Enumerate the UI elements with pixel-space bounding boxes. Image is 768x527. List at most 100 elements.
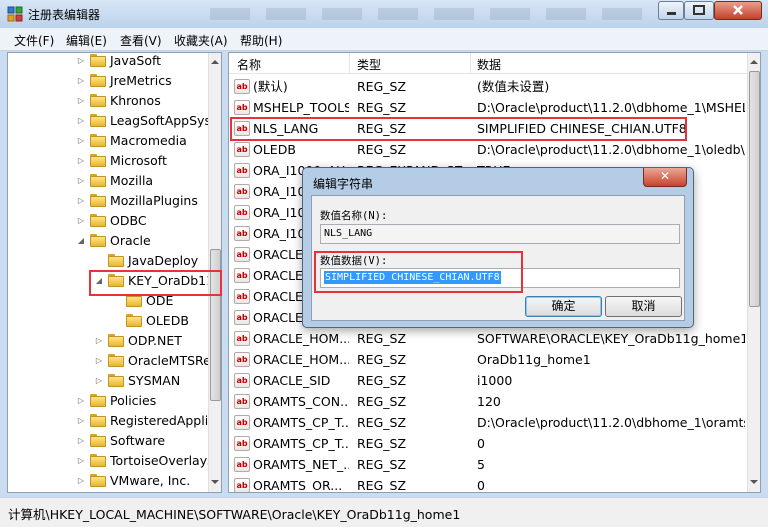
tree-item[interactable]: ▷ ODBC [8, 211, 208, 231]
value-name: ORACLE_HOM... [253, 352, 349, 367]
value-name: ORAMTS_CP_T... [253, 436, 349, 451]
column-divider[interactable] [349, 53, 350, 73]
cancel-button[interactable]: 取消 [605, 296, 682, 317]
tree-item[interactable]: ▷ TortoiseOverlays [8, 451, 214, 471]
tree-item[interactable]: ▷ Mozilla [8, 171, 208, 191]
folder-icon [90, 94, 106, 107]
expand-arrow-icon[interactable]: ▷ [76, 71, 86, 91]
string-value-icon: ab [234, 142, 250, 157]
scroll-down-icon[interactable] [748, 475, 760, 489]
expand-arrow-icon[interactable]: ▷ [76, 211, 86, 231]
tree-item[interactable]: ▷ Software [8, 431, 208, 451]
expand-arrow-icon[interactable]: ▷ [76, 131, 86, 151]
tree-item[interactable]: ▷ Microsoft [8, 151, 208, 171]
tree-item[interactable]: ◢ Oracle [8, 231, 208, 251]
folder-icon [90, 54, 106, 67]
folder-icon [90, 234, 106, 247]
close-icon: ✕ [659, 169, 671, 183]
menu-edit[interactable]: 编辑(E) [66, 32, 107, 49]
column-header-name[interactable]: 名称 [237, 56, 261, 73]
value-row[interactable]: ab ORACLE_HOM... REG_SZ OraDb11g_home1 [229, 349, 748, 370]
tree-item[interactable]: ▷ JavaSoft [8, 53, 208, 71]
tree-item[interactable]: JavaDeploy [8, 251, 208, 271]
value-row[interactable]: ab ORACLE_SID REG_SZ i1000 [229, 370, 748, 391]
tree-item[interactable]: ▷ ODP.NET [8, 331, 208, 351]
maximize-button[interactable] [684, 1, 714, 20]
expand-arrow-icon[interactable]: ▷ [76, 391, 86, 411]
expand-arrow-icon[interactable]: ▷ [76, 471, 86, 491]
menu-favorites[interactable]: 收藏夹(A) [174, 32, 228, 49]
value-row[interactable]: ab OLEDB REG_SZ D:\Oracle\product\11.2.0\db… [229, 139, 748, 160]
tree-item[interactable]: OLEDB [8, 311, 208, 331]
close-button[interactable] [714, 1, 762, 20]
list-vertical-scrollbar[interactable] [747, 53, 760, 492]
expand-arrow-icon[interactable]: ▷ [94, 331, 104, 351]
value-row[interactable]: ab ORAMTS_CON... REG_SZ 120 [229, 391, 748, 412]
expand-arrow-icon[interactable]: ◢ [76, 231, 86, 251]
dialog-close-button[interactable]: ✕ [643, 168, 687, 187]
list-scroll-thumb[interactable] [749, 71, 760, 307]
value-row[interactable]: ab ORAMTS_CP_T... REG_SZ D:\Oracle\product\… [229, 412, 748, 433]
column-header-type[interactable]: 类型 [357, 56, 381, 73]
menu-help[interactable]: 帮助(H) [240, 32, 282, 49]
expand-arrow-icon[interactable]: ▷ [94, 351, 104, 371]
dialog-title: 编辑字符串 [313, 177, 374, 191]
tree-item-label: MozillaPlugins [110, 193, 198, 208]
tree-item[interactable]: ▷ MozillaPlugins [8, 191, 208, 211]
expand-arrow-icon[interactable]: ▷ [76, 451, 86, 471]
window-title: 注册表编辑器 [28, 8, 101, 22]
value-row[interactable]: ab ORAMTS_NET_... REG_SZ 5 [229, 454, 748, 475]
scroll-up-icon[interactable] [209, 55, 221, 69]
column-divider[interactable] [470, 53, 471, 73]
expand-arrow-icon[interactable]: ▷ [76, 91, 86, 111]
menu-file[interactable]: 文件(F) [14, 32, 54, 49]
expand-arrow-icon[interactable]: ▷ [76, 151, 86, 171]
ok-button[interactable]: 确定 [525, 296, 602, 317]
tree-item[interactable]: ▷ SYSMAN [8, 371, 208, 391]
value-name-text: NLS_LANG [324, 228, 373, 239]
column-header-data[interactable]: 数据 [477, 56, 501, 73]
folder-icon [90, 474, 106, 487]
title-bar[interactable]: 注册表编辑器 [0, 0, 768, 28]
registry-editor-icon [7, 6, 23, 22]
string-value-icon: ab [234, 289, 250, 304]
tree-item[interactable]: ▷ LeagSoftAppSys [8, 111, 211, 131]
tree-item[interactable]: ▷ VMware, Inc. [8, 471, 208, 491]
tree-item[interactable]: ▷ Khronos [8, 91, 208, 111]
value-data: 0 [477, 478, 485, 493]
string-value-icon: ab [234, 331, 250, 346]
value-row[interactable]: ab ORACLE_HOM... REG_SZ SOFTWARE\ORACLE\KEY… [229, 328, 748, 349]
value-type: REG_SZ [357, 373, 407, 388]
expand-arrow-icon[interactable]: ▷ [76, 191, 86, 211]
value-row[interactable]: ab (默认) REG_SZ (数值未设置) [229, 76, 748, 97]
value-type: REG_SZ [357, 352, 407, 367]
minimize-button[interactable] [658, 1, 684, 20]
value-data: 120 [477, 394, 501, 409]
string-value-icon: ab [234, 415, 250, 430]
expand-arrow-icon[interactable]: ▷ [76, 53, 86, 71]
expand-arrow-icon[interactable]: ▷ [76, 171, 86, 191]
menu-view[interactable]: 查看(V) [120, 32, 162, 49]
value-row[interactable]: ab MSHELP_TOOLS REG_SZ D:\Oracle\product\11… [229, 97, 748, 118]
value-row[interactable]: ab ORAMTS_CP_T... REG_SZ 0 [229, 433, 748, 454]
value-type: REG_SZ [357, 478, 407, 493]
tree-item[interactable]: ▷ JreMetrics [8, 71, 208, 91]
folder-icon [108, 374, 124, 387]
scroll-up-icon[interactable] [748, 55, 760, 69]
value-name: ORACLE_SID [253, 373, 331, 388]
expand-arrow-icon[interactable]: ▷ [76, 111, 86, 131]
expand-arrow-icon[interactable]: ▷ [76, 431, 86, 451]
scroll-down-icon[interactable] [209, 475, 221, 489]
expand-arrow-icon[interactable]: ▷ [94, 371, 104, 391]
value-row[interactable]: ab ORAMTS_OR... REG_SZ 0 [229, 475, 748, 493]
expand-arrow-icon[interactable]: ▷ [76, 411, 86, 431]
tree-item-label: OracleMTSRe [128, 353, 211, 368]
string-value-icon: ab [234, 79, 250, 94]
tree-item[interactable]: ▷ Policies [8, 391, 208, 411]
string-value-icon: ab [234, 184, 250, 199]
folder-icon [90, 194, 106, 207]
tree-item[interactable]: ▷ OracleMTSRe [8, 351, 211, 371]
tree-item-label: Oracle [110, 233, 151, 248]
tree-item[interactable]: ▷ RegisteredAppli [8, 411, 208, 431]
tree-item[interactable]: ▷ Macromedia [8, 131, 208, 151]
